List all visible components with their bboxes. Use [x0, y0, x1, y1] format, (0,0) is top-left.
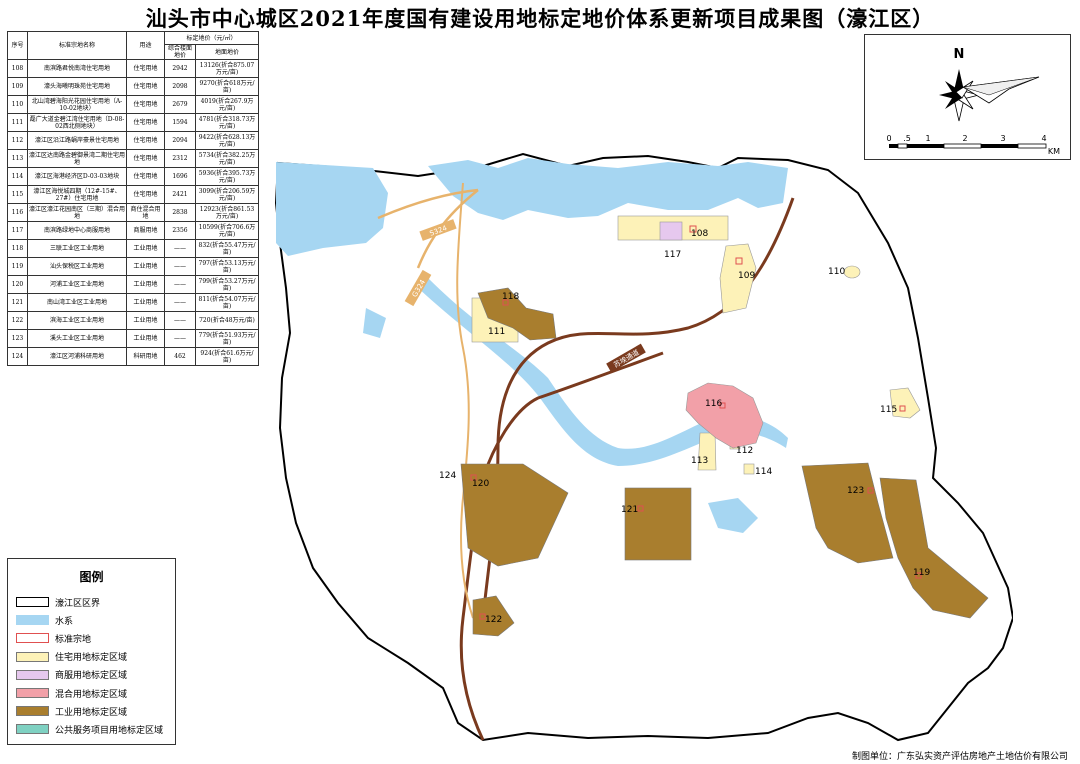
table-row: 108 南滨路君悦南湾住宅用地 住宅用地 2942 13126(折合875.07万元/亩… [7, 59, 259, 78]
table-row: 109 濠头海曦明珠苑住宅用地 住宅用地 2098 9270(折合618万元/亩) [7, 77, 259, 96]
table-row: 123 溪头工业区工业用地 工业用地 —— 779(折合51.93万元/亩) [7, 329, 259, 348]
table-row: 114 濠江区海港经济区D-03-03地块 住宅用地 1696 5936(折合395.7… [7, 167, 259, 186]
legend-item-residential: 住宅用地标定区域 [8, 648, 175, 666]
table-row: 116 濠江区濠江花园南区（三期）混合用地 商住混合用地 2838 12923(折合86… [7, 203, 259, 222]
legend-item-boundary: 濠江区区界 [8, 593, 175, 611]
header-price-group: 标定地价（元/㎡） [164, 31, 259, 45]
legend-title: 图例 [79, 570, 104, 584]
svg-text:KM: KM [1048, 147, 1060, 156]
zone-117 [659, 221, 683, 241]
legend-item-industrial: 工业用地标定区域 [8, 702, 175, 720]
table-row: 111 磊广大道金碧江湾住宅用地（D-08-02西北侧地块） 住宅用地 1594 478… [7, 113, 259, 132]
legend-item-public-service: 公共服务项目用地标定区域 [8, 720, 175, 738]
table-row: 117 南滨路绿地中心商服用地 商服用地 2356 10599(折合706.6万元/亩) [7, 221, 259, 240]
label-120: 120 [472, 479, 489, 489]
table-row: 120 河浦工业区工业用地 工业用地 —— 799(折合53.27万元/亩) [7, 275, 259, 294]
table-row: 112 濠江区沿江路蜗岸豪景住宅用地 住宅用地 2094 9422(折合628.13万元… [7, 131, 259, 150]
land-price-table: 序号 标准宗地名称 用途 标定地价（元/㎡） 综合楼面地价 地面地价 108 南滨… [7, 31, 259, 366]
zone-121 [624, 487, 692, 561]
legend-item-commercial: 商服用地标定区域 [8, 666, 175, 684]
zone-114 [743, 463, 755, 475]
svg-text:1: 1 [925, 134, 930, 143]
north-arrow-icon [939, 69, 1040, 122]
table-row: 113 濠江区达南路金碧御景湾二期住宅用地 住宅用地 2312 5734(折合382.2… [7, 149, 259, 168]
label-111: 111 [488, 327, 505, 337]
label-110: 110 [828, 267, 845, 277]
zone-110 [843, 265, 861, 279]
table-row: 124 濠江区河浦科研用地 科研用地 462 924(折合61.6万元/亩) [7, 347, 259, 366]
label-118: 118 [502, 292, 519, 302]
district-map: S324 G324 苏埃通道 108 109 110 111 112 113 1… [274, 152, 1013, 742]
label-123: 123 [847, 486, 864, 496]
table-row: 110 北山湾碧海阳光花园住宅用地（A-10-02地块） 住宅用地 2679 4019(… [7, 95, 259, 114]
svg-text:4: 4 [1041, 134, 1046, 143]
table-row: 122 滨海工业区工业用地 工业用地 —— 720(折合48万元/亩) [7, 311, 259, 330]
header-land-price: 地面地价 [195, 44, 259, 60]
table-row: 118 三联工业区工业用地 工业用地 —— 832(折合55.47万元/亩) [7, 239, 259, 258]
svg-text:2: 2 [962, 134, 967, 143]
header-name: 标准宗地名称 [27, 31, 127, 60]
compass-scale-graphic: N 0 .5 1 2 3 4 KM [886, 47, 1060, 156]
legend-panel: 图例 濠江区区界 水系 标准宗地 住宅用地标定区域 商服用地标定区域 混合用地标… [7, 558, 176, 745]
label-116: 116 [705, 399, 722, 409]
label-122: 122 [485, 615, 502, 625]
page-title: 汕头市中心城区2021年度国有建设用地标定地价体系更新项目成果图（濠江区） [145, 6, 935, 31]
legend-item-water: 水系 [8, 611, 175, 629]
legend-item-standard-parcel: 标准宗地 [8, 629, 175, 647]
header-floor-price: 综合楼面地价 [164, 44, 196, 60]
header-seq: 序号 [7, 31, 28, 60]
label-124: 124 [439, 471, 456, 481]
table-row: 119 汕头保税区工业用地 工业用地 —— 797(折合53.13万元/亩) [7, 257, 259, 276]
north-letter: N [954, 47, 965, 62]
label-108: 108 [691, 229, 708, 239]
svg-text:.5: .5 [903, 134, 911, 143]
credit-line: 制图单位：广东弘实资产评估房地产土地估价有限公司 [851, 752, 1068, 762]
svg-text:0: 0 [886, 134, 891, 143]
header-use: 用途 [126, 31, 165, 60]
label-119: 119 [913, 568, 930, 578]
label-117: 117 [664, 250, 681, 260]
label-115: 115 [880, 405, 897, 415]
legend-item-mixed: 混合用地标定区域 [8, 684, 175, 702]
table-row: 121 南山湾工业区工业用地 工业用地 —— 811(折合54.07万元/亩) [7, 293, 259, 312]
table-row: 115 濠江区海悦城四期（12#-15#、27#）住宅用地 住宅用地 2421 3099… [7, 185, 259, 204]
label-109: 109 [738, 271, 755, 281]
compass-scale-panel: N 0 .5 1 2 3 4 KM [864, 34, 1071, 160]
label-113: 113 [691, 456, 708, 466]
label-112: 112 [736, 446, 753, 456]
svg-text:3: 3 [1000, 134, 1005, 143]
label-114: 114 [755, 467, 772, 477]
label-121: 121 [621, 505, 638, 515]
